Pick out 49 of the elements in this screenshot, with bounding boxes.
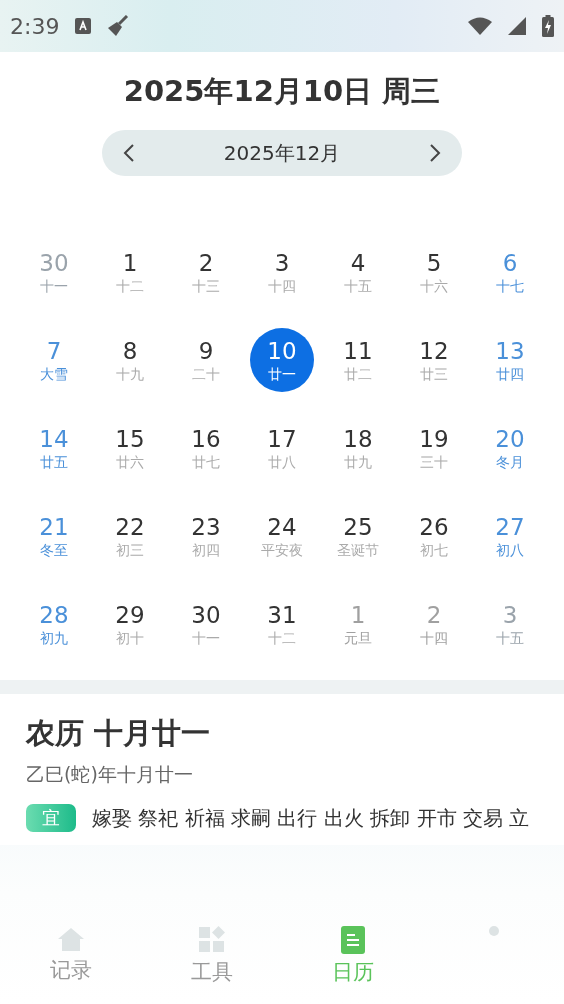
calendar-day[interactable]: 4 十五 xyxy=(326,240,390,304)
document-icon xyxy=(340,926,365,954)
date-title: 2025年12月10日 周三 xyxy=(123,73,441,110)
chevron-right-icon xyxy=(428,143,442,163)
wifi-icon xyxy=(468,17,492,35)
calendar-day[interactable]: 28 初九 xyxy=(22,592,86,656)
calendar-day[interactable]: 27 初八 xyxy=(478,504,542,568)
calendar-day[interactable]: 15 廿六 xyxy=(98,416,162,480)
calendar-day[interactable]: 31 十二 xyxy=(250,592,314,656)
selected-day[interactable]: 10 廿一 xyxy=(250,328,314,392)
calendar-day[interactable]: 29 初十 xyxy=(98,592,162,656)
calendar-day[interactable]: 23 初四 xyxy=(174,504,238,568)
calendar-day[interactable]: 14 廿五 xyxy=(22,416,86,480)
calendar-day[interactable]: 8 十九 xyxy=(98,328,162,392)
lunar-date-title: 农历 十月廿一 xyxy=(26,715,212,752)
calendar-day[interactable]: 22 初三 xyxy=(98,504,162,568)
status-time: 2:39 xyxy=(10,13,60,39)
signal-icon xyxy=(508,17,526,35)
dot-icon xyxy=(488,926,499,936)
calendar-day[interactable]: 24 平安夜 xyxy=(250,504,314,568)
calendar-day[interactable]: 11 廿二 xyxy=(326,328,390,392)
calendar-day[interactable]: 9 二十 xyxy=(174,328,238,392)
keyboard-icon xyxy=(75,18,92,34)
calendar-day[interactable]: 16 廿七 xyxy=(174,416,238,480)
calendar-day[interactable]: 1 十二 xyxy=(98,240,162,304)
calendar-day[interactable]: 19 三十 xyxy=(402,416,466,480)
calendar-day[interactable]: 20 冬月 xyxy=(478,416,542,480)
calendar-day[interactable]: 7 大雪 xyxy=(22,328,86,392)
calendar-day[interactable]: 6 十七 xyxy=(478,240,542,304)
grid-icon xyxy=(197,926,226,954)
calendar-day[interactable]: 25 圣诞节 xyxy=(326,504,390,568)
calendar-day[interactable]: 30 十一 xyxy=(174,592,238,656)
calendar-day[interactable]: 18 廿九 xyxy=(326,416,390,480)
calendar-day[interactable]: 2 十三 xyxy=(174,240,238,304)
chevron-left-icon xyxy=(122,143,136,163)
battery-icon xyxy=(542,15,554,37)
auspicious-tag: 宜 xyxy=(26,804,76,832)
calendar-day[interactable]: 17 廿八 xyxy=(250,416,314,480)
broom-icon xyxy=(107,15,130,37)
calendar-day[interactable]: 12 廿三 xyxy=(402,328,466,392)
auspicious-activities: 嫁娶 祭祀 祈福 求嗣 出行 出火 拆卸 开市 交易 立 xyxy=(92,804,530,832)
calendar-day[interactable]: 5 十六 xyxy=(402,240,466,304)
calendar-day[interactable]: 3 十四 xyxy=(250,240,314,304)
calendar-day[interactable]: 13 廿四 xyxy=(478,328,542,392)
lunar-year-text: 乙巳(蛇)年十月廿一 xyxy=(26,762,194,787)
month-label: 2025年12月 xyxy=(223,139,341,167)
home-icon xyxy=(56,926,85,952)
calendar-day[interactable]: 26 初七 xyxy=(402,504,466,568)
calendar-day[interactable]: 21 冬至 xyxy=(22,504,86,568)
